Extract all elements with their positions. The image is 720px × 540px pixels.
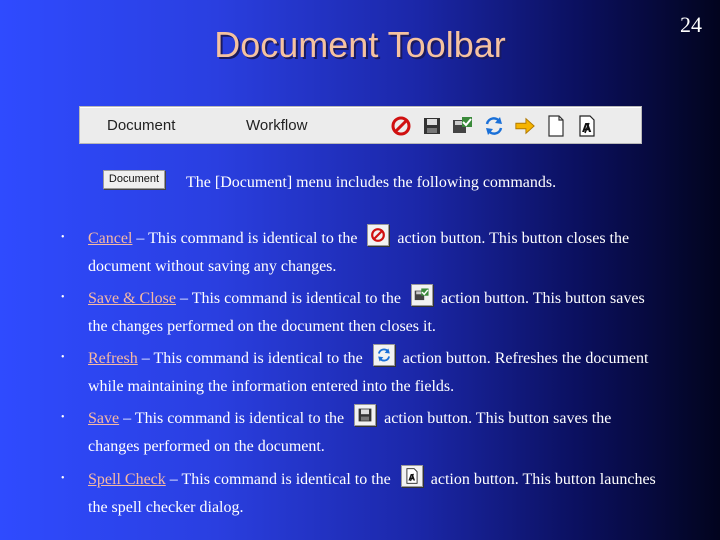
bullet-save: • Save – This command is identical to th… [61, 404, 663, 461]
document-menu-button[interactable]: Document [103, 170, 165, 189]
intro-text: The [Document] menu includes the followi… [186, 174, 557, 191]
refresh-icon [372, 344, 395, 366]
spell-check-link[interactable]: Spell Check [88, 471, 166, 488]
toolbar-icons: A [390, 114, 598, 138]
refresh-text-before: – This command is identical to the [137, 350, 367, 367]
bullet-dot: • [61, 473, 65, 484]
refresh-icon[interactable] [483, 115, 505, 137]
bullet-spell-check: • Spell Check – This command is identica… [61, 465, 663, 522]
menu-document[interactable]: Document [107, 117, 175, 134]
save-close-icon [411, 284, 433, 306]
bullet-cancel: • Cancel – This command is identical to … [61, 224, 663, 281]
save-close-link[interactable]: Save & Close [88, 290, 176, 307]
forward-arrow-icon[interactable] [514, 115, 536, 137]
cancel-icon[interactable] [390, 115, 412, 137]
save-icon [354, 404, 377, 426]
bullet-dot: • [61, 292, 65, 303]
slide-title: Document Toolbar [214, 24, 506, 65]
toolbar-screenshot: Document Workflow A [79, 106, 642, 144]
cancel-text-before: – This command is identical to the [132, 230, 362, 247]
bullet-dot: • [61, 352, 65, 363]
cancel-icon [367, 224, 390, 246]
bullet-refresh: • Refresh – This command is identical to… [61, 344, 663, 401]
bullet-save-close: • Save & Close – This command is identic… [61, 284, 663, 341]
save-close-text-before: – This command is identical to the [176, 290, 405, 307]
save-close-icon[interactable] [452, 115, 474, 137]
save-text-before: – This command is identical to the [119, 410, 349, 427]
spell-check-text-before: – This command is identical to the [165, 471, 395, 488]
spell-check-icon: A [400, 465, 423, 487]
new-page-icon[interactable] [545, 115, 567, 137]
save-icon[interactable] [421, 115, 443, 137]
save-link[interactable]: Save [88, 410, 119, 427]
bullet-dot: • [61, 412, 65, 423]
refresh-link[interactable]: Refresh [88, 350, 138, 367]
cancel-link[interactable]: Cancel [88, 230, 132, 247]
menu-workflow[interactable]: Workflow [246, 117, 307, 134]
spell-check-icon[interactable]: A [576, 115, 598, 137]
bullet-dot: • [61, 232, 65, 243]
